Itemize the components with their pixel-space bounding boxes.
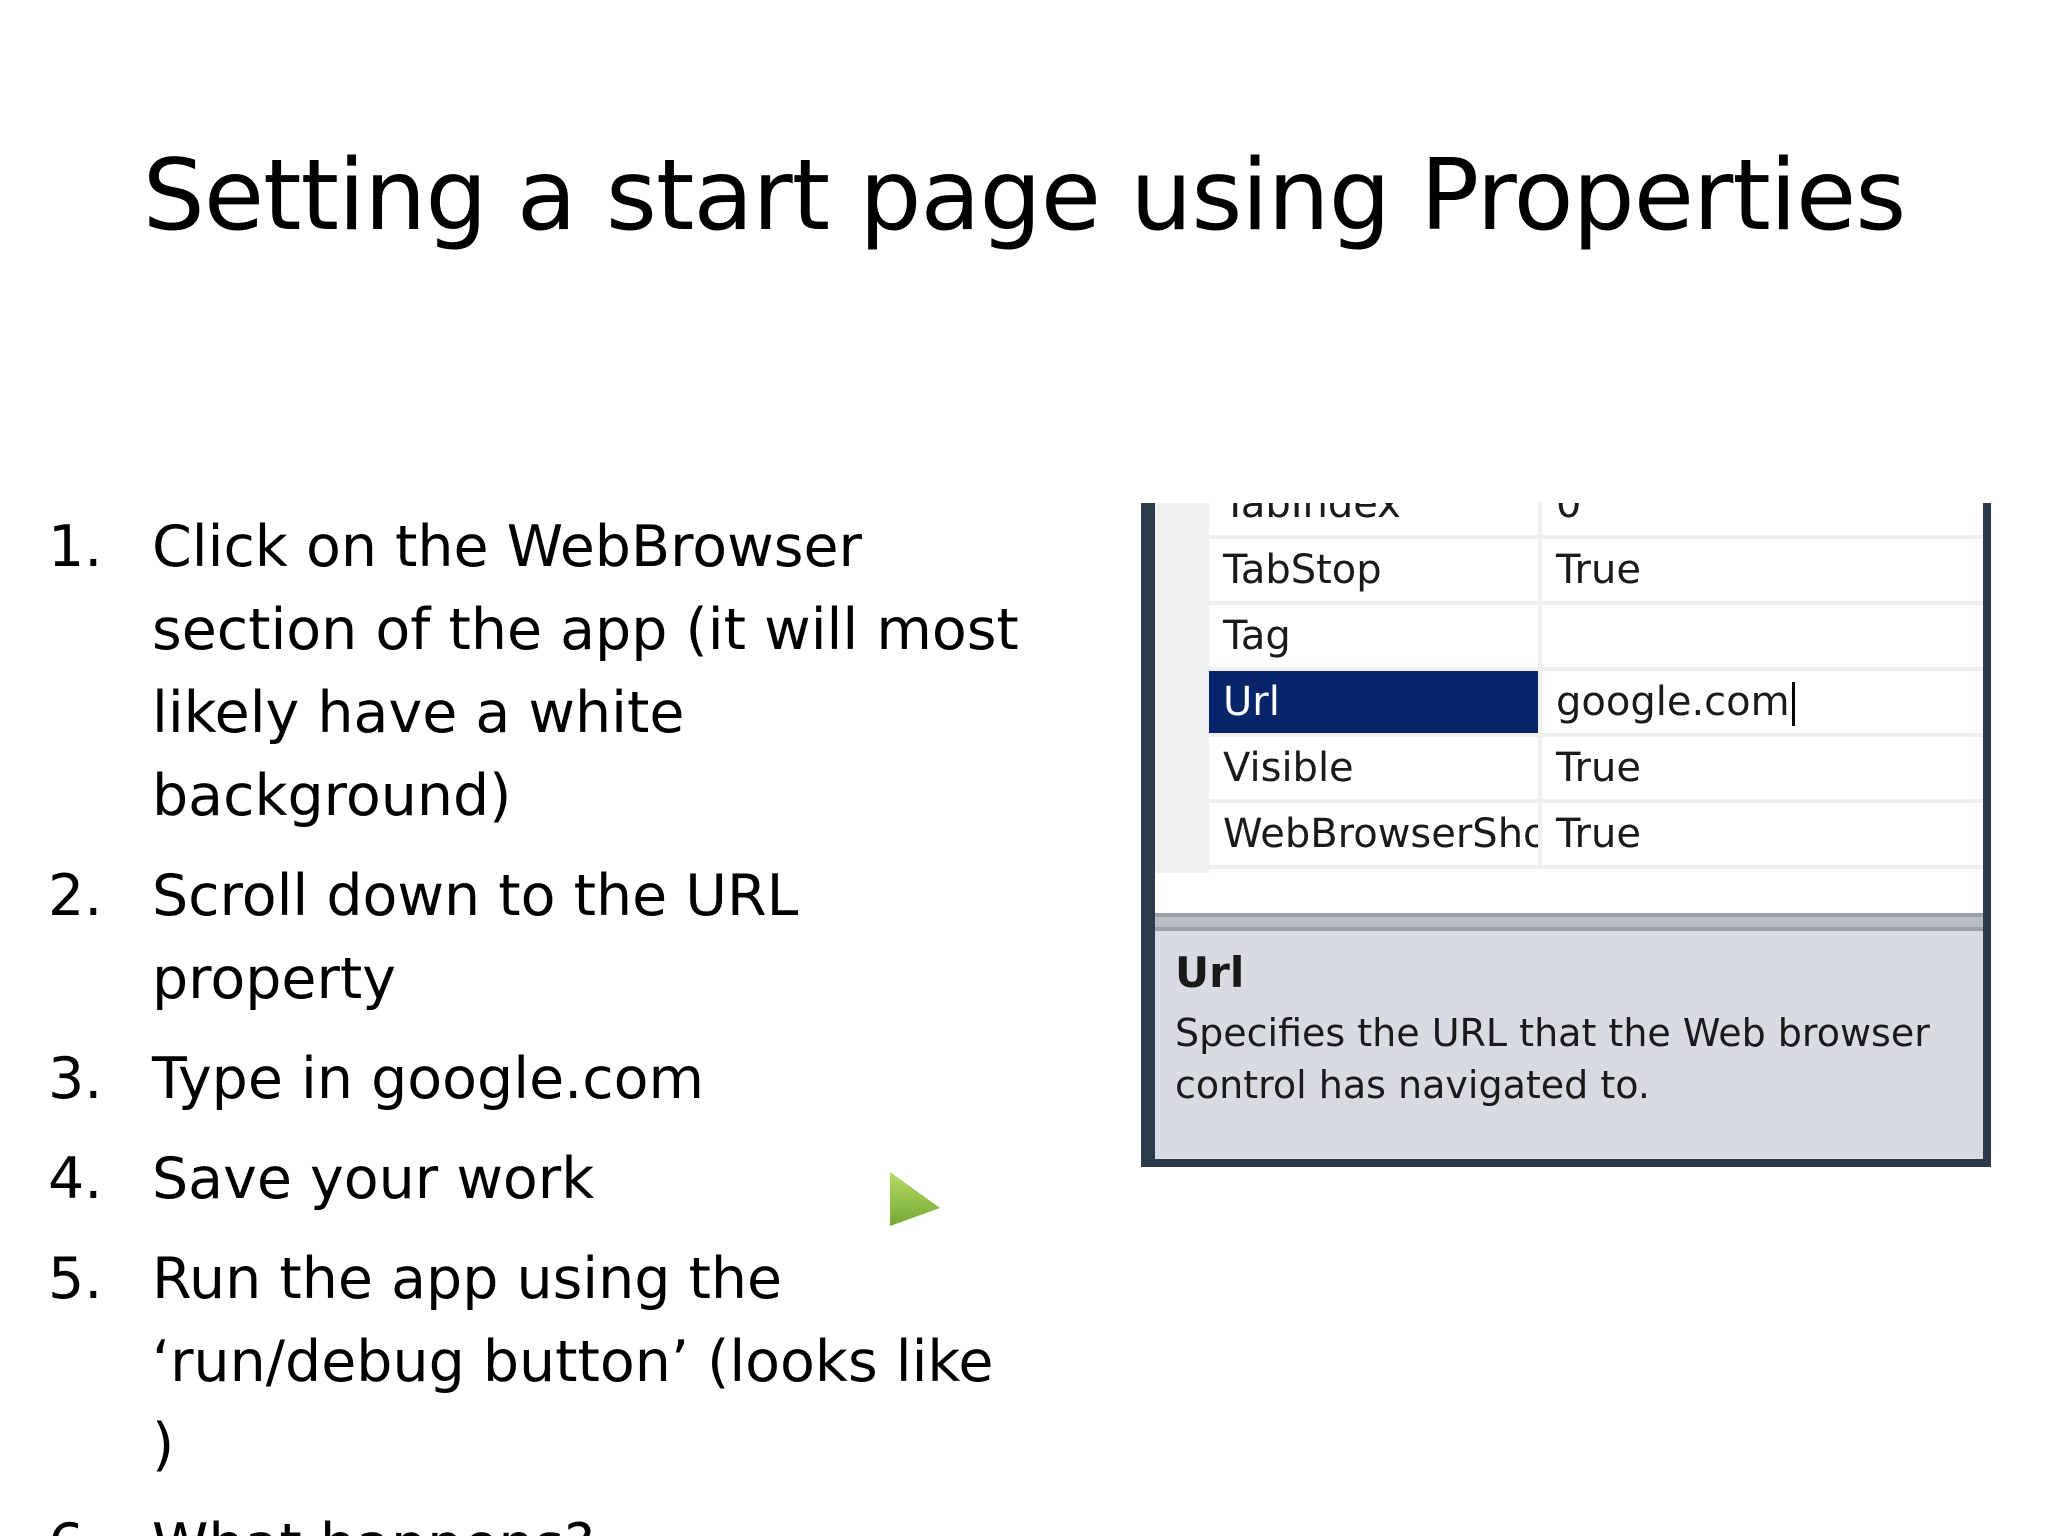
step-text-line: Scroll down to the URL property [152, 863, 799, 1012]
url-value-text: google.com [1556, 679, 1790, 725]
step-text-line: Click on the WebBrowser [152, 514, 862, 580]
slide-title: Setting a start page using Properties [142, 139, 1907, 253]
step-text-line: ) [152, 1412, 175, 1478]
step-number: 1. [48, 514, 103, 580]
slide: Setting a start page using Properties 1.… [0, 0, 2048, 1536]
step-number: 6. [48, 1504, 102, 1536]
property-row-tag[interactable]: Tag [1209, 605, 1983, 671]
property-value[interactable]: 0 [1546, 503, 1983, 535]
description-text: Specifies the URL that the Web browser c… [1175, 1007, 1963, 1111]
property-value[interactable]: True [1546, 737, 1983, 799]
property-row-tabindex[interactable]: TabIndex 0 [1209, 503, 1983, 539]
description-splitter[interactable] [1155, 913, 1983, 931]
step-number: 3. [48, 1046, 103, 1112]
url-value-input[interactable]: google.com [1546, 671, 1983, 733]
step-5: 5. Run the app using the ‘run/debug butt… [48, 1238, 1058, 1487]
step-text-line: What happens? [152, 1504, 1058, 1536]
step-number: 4. [48, 1146, 103, 1212]
description-text-line: control has navigated to. [1175, 1063, 1650, 1107]
step-1: 1. Click on the WebBrowser section of th… [48, 506, 1058, 838]
property-name: Tag [1209, 605, 1542, 667]
step-text-line: Run the app using the [152, 1246, 783, 1312]
property-row-visible[interactable]: Visible True [1209, 737, 1983, 803]
properties-panel-screenshot: TabIndex 0 TabStop True Tag Url google.c… [1141, 503, 1991, 1167]
step-number: 5. [48, 1246, 103, 1312]
property-grid: TabIndex 0 TabStop True Tag Url google.c… [1155, 503, 1983, 913]
description-text-line: Specifies the URL that the Web browser [1175, 1011, 1930, 1055]
play-triangle-icon [890, 1172, 940, 1226]
property-value[interactable] [1546, 605, 1983, 667]
step-number: 2. [48, 863, 103, 929]
property-value[interactable]: True [1546, 803, 1983, 865]
property-row-url[interactable]: Url google.com [1209, 671, 1983, 737]
property-name: TabStop [1209, 539, 1542, 601]
property-row-webbrowsershortcuts[interactable]: WebBrowserSho True [1209, 803, 1983, 869]
property-grid-margin [1155, 503, 1209, 873]
property-name: Visible [1209, 737, 1542, 799]
step-text-line: likely have a white background) [152, 680, 685, 829]
property-name: Url [1209, 671, 1542, 733]
step-text-line: ‘run/debug button’ (looks like [152, 1329, 994, 1395]
step-list: 1. Click on the WebBrowser section of th… [48, 506, 1058, 1536]
step-text-line: Type in google.com [152, 1046, 704, 1112]
description-title: Url [1175, 948, 1245, 997]
property-name: WebBrowserSho [1209, 803, 1542, 865]
step-2: 2. Scroll down to the URL property [48, 855, 1058, 1021]
step-text-line: section of the app (it will most [152, 597, 1019, 663]
property-name: TabIndex [1209, 503, 1542, 535]
text-caret [1791, 682, 1795, 726]
property-value[interactable]: True [1546, 539, 1983, 601]
step-6: 6. What happens? [48, 1504, 1058, 1536]
property-row-tabstop[interactable]: TabStop True [1209, 539, 1983, 605]
property-description-pane: Url Specifies the URL that the Web brows… [1155, 931, 1983, 1159]
step-3: 3. Type in google.com [48, 1038, 1058, 1121]
